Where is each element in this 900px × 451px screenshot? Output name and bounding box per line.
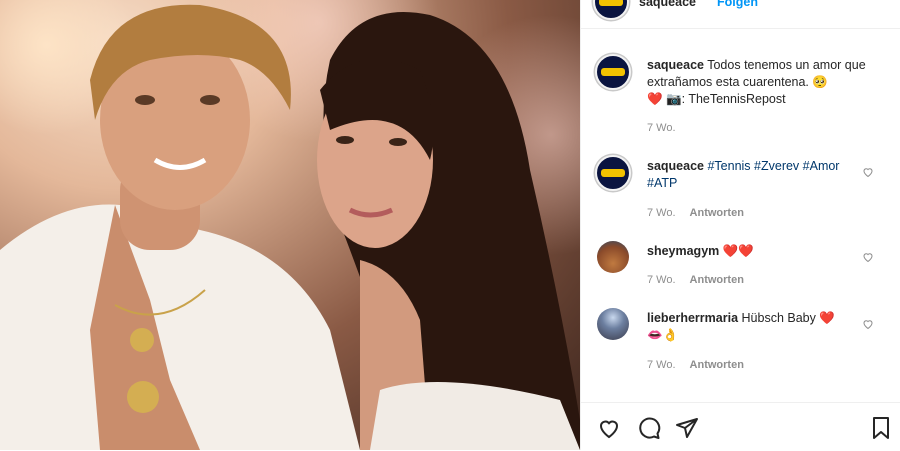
comment-icon[interactable] [637,416,661,440]
caption-time: 7 Wo. [647,122,676,134]
heart-icon[interactable] [597,416,621,440]
like-comment-icon[interactable] [862,251,874,263]
photo-illustration [0,4,580,450]
comment-2-meta: 7 Wo. Antworten [647,274,744,286]
caption-avatar[interactable] [595,54,631,90]
comment-3-text: Hübsch Baby ❤️ [741,311,835,325]
caption-credit: ❤️ 📷: TheTennisRepost [647,92,786,106]
more-icon[interactable]: ⋯ [875,0,888,7]
comment-3-meta: 7 Wo. Antworten [647,359,744,371]
comment-avatar[interactable] [595,155,631,191]
comment-1-time: 7 Wo. [647,207,676,219]
comment-1: saqueace #Tennis #Zverev #Amor #ATP [647,158,847,192]
comment-2: sheymagym ❤️❤️ [647,243,754,260]
like-comment-icon[interactable] [862,166,874,178]
share-icon[interactable] [675,416,699,440]
comment-3: lieberherrmaria Hübsch Baby ❤️ 👄👌 [647,310,857,344]
caption-text: saqueace Todos tenemos un amor que extra… [647,57,887,108]
post-sidebar: saqueace Folgen ⋯ saqueace Todos tenemos… [580,0,900,450]
comment-2-username[interactable]: sheymagym [647,244,719,258]
author-username[interactable]: saqueace [639,0,696,11]
comment-1-username[interactable]: saqueace [647,159,704,173]
comment-2-time: 7 Wo. [647,274,676,286]
caption-username[interactable]: saqueace [647,58,704,72]
like-comment-icon[interactable] [862,318,874,330]
comment-3-time: 7 Wo. [647,359,676,371]
post-photo[interactable] [0,0,580,450]
comment-2-reply[interactable]: Antworten [690,274,744,286]
comment-3-reply[interactable]: Antworten [690,359,744,371]
comment-avatar[interactable] [597,241,629,273]
author-avatar[interactable] [593,0,629,20]
comment-1-meta: 7 Wo. Antworten [647,207,744,219]
comment-1-reply[interactable]: Antworten [690,207,744,219]
comment-3-emoji: 👄👌 [647,328,679,342]
bookmark-icon[interactable] [869,416,893,440]
comment-avatar[interactable] [597,308,629,340]
post-header: saqueace Folgen ⋯ [581,0,900,29]
comment-2-text: ❤️❤️ [722,244,754,258]
post-actions [581,402,900,451]
comment-3-username[interactable]: lieberherrmaria [647,311,738,325]
follow-button[interactable]: Folgen [717,0,758,11]
